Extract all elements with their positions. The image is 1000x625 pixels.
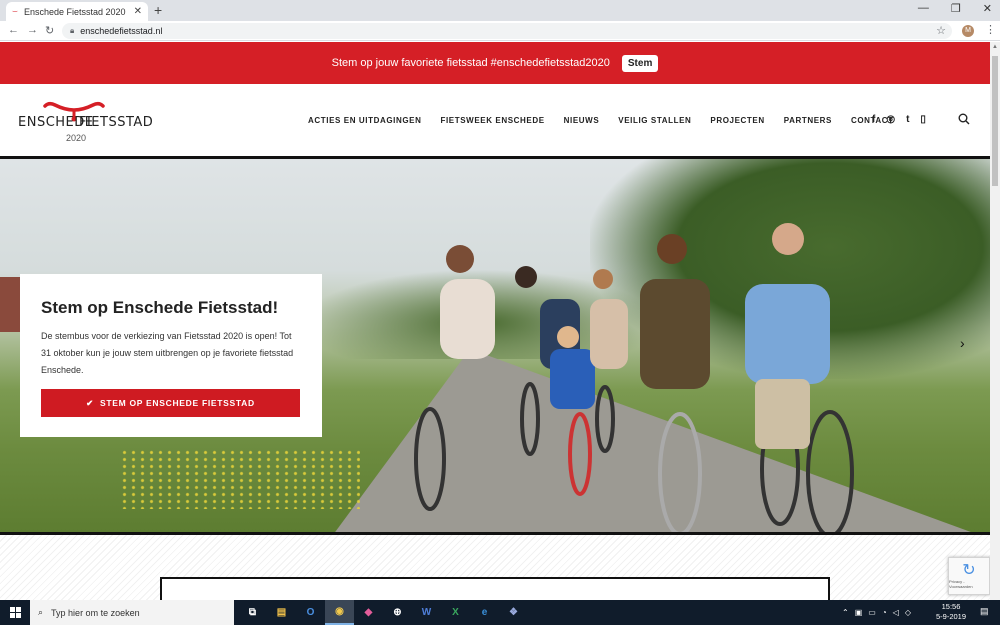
edge-icon[interactable]: e <box>470 600 499 625</box>
hero-house <box>0 277 22 332</box>
nav-item-nieuws[interactable]: NIEUWS <box>564 116 600 125</box>
browser-tab[interactable]: ⌣ Enschede Fietsstad 2020 ✕ <box>6 2 148 21</box>
main-navigation: ACTIES EN UITDAGINGEN FIETSWEEK ENSCHEDE… <box>308 116 894 125</box>
hero-cyclists-image <box>414 223 854 532</box>
content-box <box>160 577 830 600</box>
hero-card: Stem op Enschede Fietsstad! De stembus v… <box>20 274 322 437</box>
windows-taskbar: ⌕ Typ hier om te zoeken ⧉ ▤ O ◉ ◆ ⊕ W X … <box>0 600 1000 625</box>
close-tab-icon[interactable]: ✕ <box>134 6 142 17</box>
taskbar-search-placeholder: Typ hier om te zoeken <box>51 607 140 618</box>
slider-next-icon[interactable]: › <box>960 335 965 351</box>
site-header: ENSCHEDE FIETSSTAD 2020 ACTIES EN UITDAG… <box>0 84 990 159</box>
dropbox-icon[interactable]: ◇ <box>905 608 911 617</box>
browser-menu-icon[interactable]: ⋮ <box>985 23 996 36</box>
web-page: Stem op jouw favoriete fietsstad #ensche… <box>0 42 990 600</box>
banner-text: Stem op jouw favoriete fietsstad #ensche… <box>331 57 610 69</box>
windows-start-icon[interactable] <box>0 600 30 625</box>
nav-item-fietsweek[interactable]: FIETSWEEK ENSCHEDE <box>441 116 545 125</box>
stem-button[interactable]: Stem <box>621 54 659 72</box>
checkbox-icon: ✔ <box>86 397 94 408</box>
new-tab-icon[interactable]: + <box>154 2 162 18</box>
recaptcha-icon: ↻ <box>962 562 976 579</box>
taskbar-search-icon: ⌕ <box>38 607 44 617</box>
hero-flowers <box>120 449 360 509</box>
tab-title: Enschede Fietsstad 2020 <box>23 6 126 17</box>
nav-item-partners[interactable]: PARTNERS <box>784 116 832 125</box>
logo-year: 2020 <box>66 133 87 143</box>
word-icon[interactable]: W <box>412 600 441 625</box>
hero-slider: ‹ › Stem op Enschede Fietsstad! De stemb… <box>0 159 990 532</box>
restore-icon[interactable]: ❐ <box>951 2 961 15</box>
vote-cta-label: STEM OP ENSCHEDE FIETSSTAD <box>99 398 255 408</box>
close-window-icon[interactable]: ✕ <box>983 2 992 15</box>
site-favicon-icon: ⌣ <box>12 6 18 16</box>
nav-item-acties[interactable]: ACTIES EN UITDAGINGEN <box>308 116 422 125</box>
app-icon[interactable]: ⊕ <box>383 600 412 625</box>
logo-word-fietsstad: FIETSSTAD <box>79 115 154 130</box>
system-tray: ⌃ ▣ ▭ ◔ ◁ ◇ <box>842 600 911 625</box>
facebook-icon[interactable]: f <box>872 114 875 125</box>
instagram-icon[interactable]: ◎ <box>886 114 895 125</box>
nav-item-projecten[interactable]: PROJECTEN <box>710 116 764 125</box>
task-view-icon[interactable]: ⧉ <box>238 600 267 625</box>
minimize-icon[interactable]: — <box>918 2 929 15</box>
taskbar-apps: ⧉ ▤ O ◉ ◆ ⊕ W X e ❖ <box>238 600 528 625</box>
back-icon[interactable]: ← <box>8 24 19 36</box>
url-field[interactable]: 🔒︎ enschedefietsstad.nl ☆ <box>62 23 952 39</box>
bookmark-star-icon[interactable]: ☆ <box>936 24 946 37</box>
recaptcha-badge[interactable]: ↻ Privacy - Voorwaarden <box>948 557 990 595</box>
lock-icon: 🔒︎ <box>70 26 75 35</box>
vote-cta-button[interactable]: ✔ STEM OP ENSCHEDE FIETSSTAD <box>41 389 300 417</box>
outlook-icon[interactable]: O <box>296 600 325 625</box>
notifications-icon[interactable]: ▤ <box>980 606 989 617</box>
paint-icon[interactable]: ◆ <box>354 600 383 625</box>
scroll-up-icon[interactable]: ▲ <box>992 44 998 50</box>
battery-icon[interactable]: ▭ <box>868 608 876 617</box>
excel-icon[interactable]: X <box>441 600 470 625</box>
twitter-icon[interactable]: t <box>906 114 909 125</box>
phone-icon[interactable]: ▯ <box>920 114 926 125</box>
scrollbar-thumb[interactable] <box>992 56 998 186</box>
taskbar-search-box[interactable]: ⌕ Typ hier om te zoeken <box>30 600 234 625</box>
window-controls: — ❐ ✕ <box>918 2 992 15</box>
app2-icon[interactable]: ❖ <box>499 600 528 625</box>
content-section <box>0 532 990 600</box>
tray-app-icon[interactable]: ▣ <box>855 608 863 617</box>
forward-icon[interactable]: → <box>27 24 38 36</box>
file-explorer-icon[interactable]: ▤ <box>267 600 296 625</box>
profile-avatar[interactable]: M <box>962 25 974 37</box>
hero-title: Stem op Enschede Fietsstad! <box>41 298 279 317</box>
volume-icon[interactable]: ◁ <box>893 608 899 617</box>
clock-date: 5-9-2019 <box>935 612 967 621</box>
taskbar-clock[interactable]: 15:56 5-9-2019 <box>928 602 974 622</box>
hero-body: De stembus voor de verkiezing van Fietss… <box>41 331 294 375</box>
page-scrollbar[interactable]: ▲ <box>990 42 1000 600</box>
reload-icon[interactable]: ↻ <box>45 24 54 37</box>
browser-tab-bar: ⌣ Enschede Fietsstad 2020 ✕ + — ❐ ✕ <box>0 0 1000 21</box>
site-logo[interactable]: ENSCHEDE FIETSSTAD 2020 <box>18 98 153 146</box>
chrome-icon[interactable]: ◉ <box>325 600 354 625</box>
search-icon[interactable] <box>958 113 970 125</box>
show-hidden-icon[interactable]: ⌃ <box>842 608 849 617</box>
social-links: f ◎ t ▯ <box>872 114 926 125</box>
vote-banner: Stem op jouw favoriete fietsstad #ensche… <box>0 42 990 84</box>
address-bar: ← → ↻ 🔒︎ enschedefietsstad.nl ☆ <box>0 21 1000 41</box>
clock-time: 15:56 <box>941 602 961 611</box>
wifi-icon[interactable]: ◔ <box>882 608 887 617</box>
nav-item-veilig-stallen[interactable]: VEILIG STALLEN <box>618 116 691 125</box>
url-text: enschedefietsstad.nl <box>80 26 163 36</box>
recaptcha-text: Privacy - Voorwaarden <box>949 579 973 589</box>
